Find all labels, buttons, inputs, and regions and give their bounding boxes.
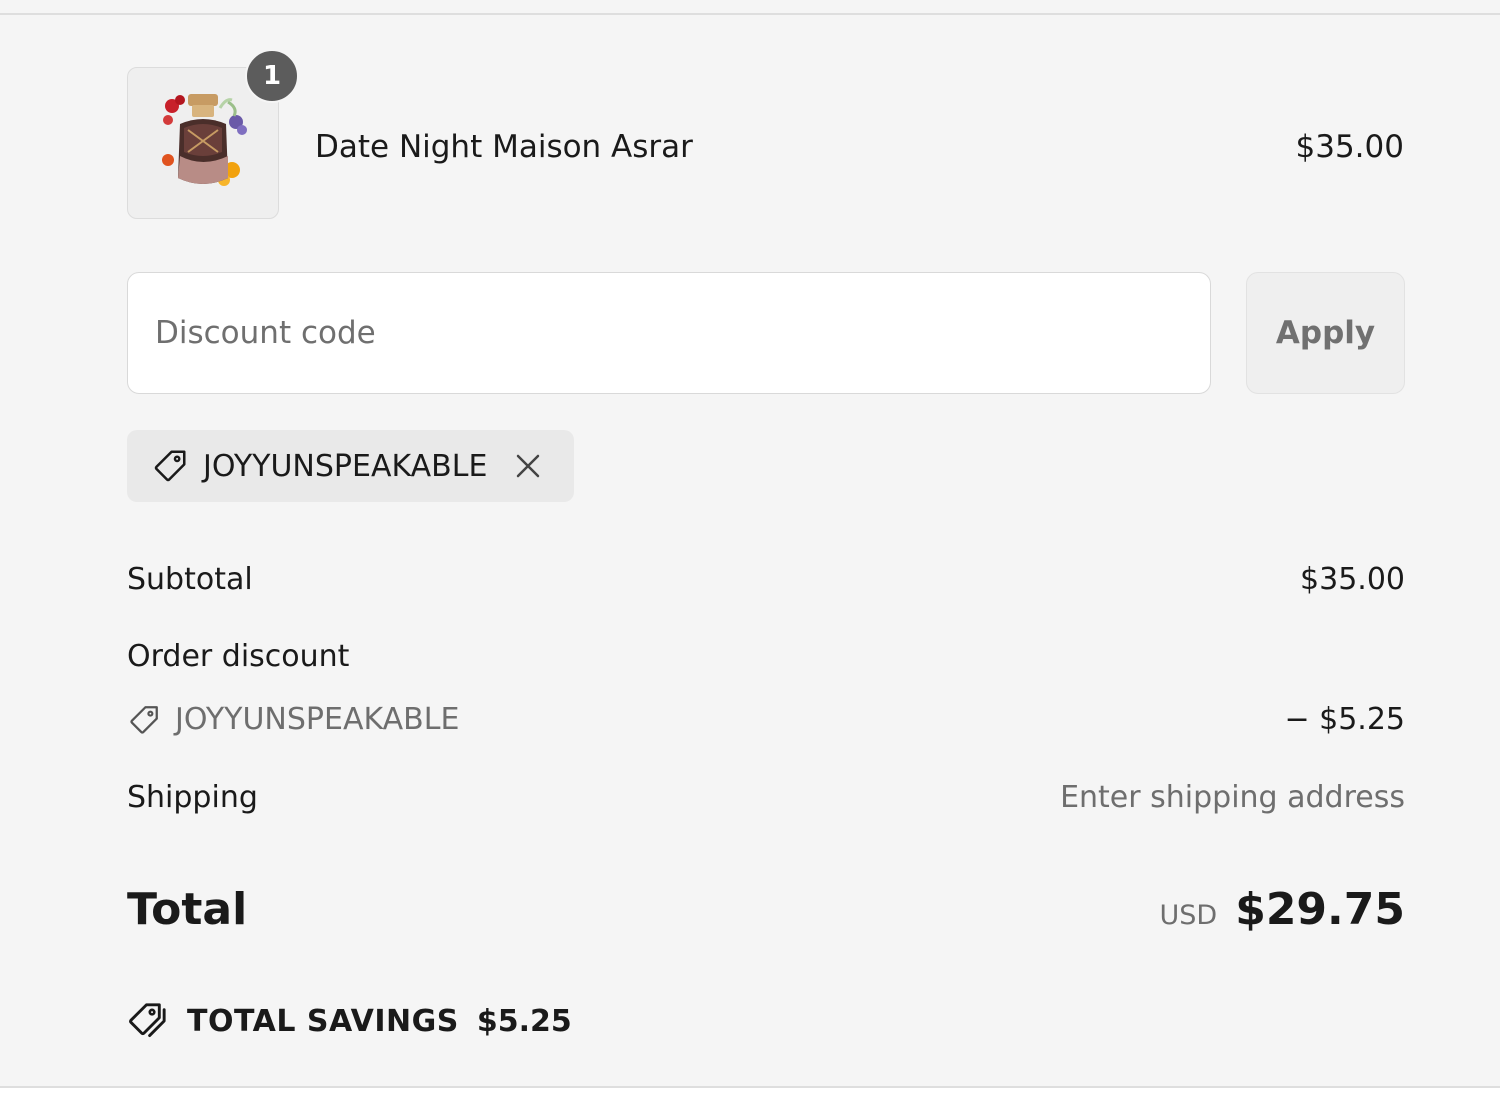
close-icon bbox=[517, 454, 540, 478]
apply-button[interactable]: Apply bbox=[1246, 272, 1405, 394]
total-label: Total bbox=[127, 884, 248, 935]
subtotal-label: Subtotal bbox=[127, 562, 253, 597]
order-discount-code-line: JOYYUNSPEAKABLE bbox=[127, 702, 459, 738]
total-value: $29.75 bbox=[1235, 884, 1405, 935]
shipping-label: Shipping bbox=[127, 780, 258, 815]
quantity-badge: 1 bbox=[245, 49, 299, 103]
product-price: $35.00 bbox=[1295, 129, 1404, 165]
applied-discount-chip: JOYYUNSPEAKABLE bbox=[127, 430, 574, 502]
order-discount-label: Order discount bbox=[127, 639, 350, 674]
apply-button-label: Apply bbox=[1275, 315, 1376, 351]
order-discount-value: − $5.25 bbox=[1284, 702, 1405, 737]
order-discount-code: JOYYUNSPEAKABLE bbox=[175, 702, 460, 737]
total-savings-label: TOTAL SAVINGS bbox=[187, 1003, 459, 1039]
shipping-value: Enter shipping address bbox=[1060, 780, 1405, 815]
total-savings: TOTAL SAVINGS $5.25 bbox=[127, 1000, 572, 1042]
remove-discount-button[interactable] bbox=[513, 451, 543, 481]
top-divider bbox=[0, 0, 1500, 15]
tag-icon bbox=[130, 706, 158, 734]
product-name: Date Night Maison Asrar bbox=[315, 129, 693, 165]
total-amount-group: USD $29.75 bbox=[1160, 884, 1406, 936]
subtotal-value: $35.00 bbox=[1300, 562, 1405, 597]
total-savings-value: $5.25 bbox=[476, 1003, 572, 1039]
perfume-bottle-image bbox=[162, 94, 247, 186]
discount-code-input[interactable] bbox=[127, 272, 1211, 394]
tag-icon bbox=[154, 450, 186, 482]
applied-discount-code: JOYYUNSPEAKABLE bbox=[203, 448, 488, 484]
savings-tag-icon bbox=[129, 1003, 166, 1037]
total-currency: USD bbox=[1159, 900, 1218, 931]
